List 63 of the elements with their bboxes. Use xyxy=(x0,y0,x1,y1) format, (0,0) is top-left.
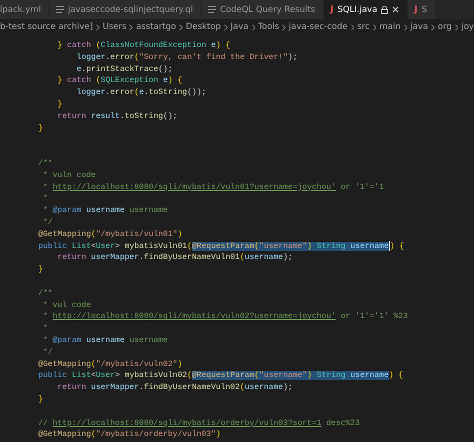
chevron-right-icon xyxy=(350,24,354,30)
chevron-right-icon xyxy=(404,24,408,30)
code-line: } catch (ClassNotFoundException e) { xyxy=(56,40,232,52)
breadcrumb-item[interactable]: java-sec-code xyxy=(288,22,348,32)
code-line: @GetMapping("/mybatis/orderby/vuln03") xyxy=(37,429,222,442)
code-line: * @param username username xyxy=(42,205,169,217)
code-line: * @param username username xyxy=(42,334,169,347)
code-line: */ xyxy=(42,216,54,229)
chevron-right-icon xyxy=(129,24,134,30)
code-line: return userMapper.findByUserNameVuln01(username); xyxy=(56,252,294,264)
breadcrumb-item[interactable]: Java xyxy=(230,22,248,32)
editor-tab[interactable]: lpack.yml xyxy=(0,0,50,19)
breadcrumb-item[interactable]: main xyxy=(379,22,401,32)
code-line: */ xyxy=(42,346,54,359)
code-line: public List<User> mybatisVuln02(@RequestParam("username") String username) { xyxy=(37,370,404,382)
chevron-right-icon xyxy=(454,24,458,30)
breadcrumb-item[interactable]: org xyxy=(438,22,452,32)
editor-tab[interactable]: J SQLI.java xyxy=(324,0,408,19)
code-line: logger.error("Sorry, can't find the Driver!"); xyxy=(76,52,298,64)
chevron-right-icon xyxy=(179,24,183,30)
code-line: /** xyxy=(37,288,54,300)
chevron-right-icon xyxy=(372,24,376,30)
breadcrumb-item[interactable]: joy xyxy=(461,22,474,32)
breadcrumb-item[interactable]: Desktop xyxy=(186,22,221,32)
close-icon[interactable] xyxy=(392,6,400,13)
code-line: @GetMapping("/mybatis/vuln02") xyxy=(37,358,184,370)
breadcrumb-item[interactable]: Users xyxy=(102,22,126,32)
code-line: public List<User> mybatisVuln01(@RequestParam("username") String username) { xyxy=(37,240,406,252)
breadcrumb-item[interactable]: b-test source archive] xyxy=(0,22,93,32)
code-line: } xyxy=(56,98,64,111)
code-line: } xyxy=(37,394,44,406)
code-line: * vul code xyxy=(42,300,92,312)
code-line: // http://localhost:8080/sqli/mybatis/orderby/vuln03?sort=1 desc%23 xyxy=(37,418,361,430)
breadcrumb-item[interactable]: Tools xyxy=(258,22,280,32)
chevron-right-icon xyxy=(282,24,286,30)
code-line: * xyxy=(42,323,49,335)
code-line: } catch (SQLException e) { xyxy=(56,75,184,88)
chevron-right-icon xyxy=(224,24,228,30)
code-line: logger.error(e.toString()); xyxy=(76,87,208,99)
editor-tab[interactable]: CodeQL Query Results xyxy=(202,0,324,19)
breadcrumb-item[interactable]: src xyxy=(357,22,370,32)
code-line: * http://localhost:8080/sqli/mybatis/vuln02?username=joychou' or '1'='1' %23 xyxy=(42,311,409,324)
breadcrumb-item[interactable]: asstartgo xyxy=(136,22,176,32)
chevron-right-icon xyxy=(96,24,100,30)
java-file-icon: J xyxy=(330,4,334,14)
editor-tab[interactable]: javaseccode-sqlinjectquery.ql xyxy=(50,0,202,19)
editor-tab[interactable]: J S xyxy=(408,0,436,19)
code-line: /** xyxy=(37,158,54,170)
code-line: return result.toString(); xyxy=(56,110,178,123)
code-line: @GetMapping("/mybatis/vuln01") xyxy=(37,228,184,241)
code-line: } xyxy=(37,122,44,134)
code-line: * http://localhost:8080/sqli/mybatis/vuln01?username=joychou' or '1'='1 xyxy=(42,182,385,194)
chevron-right-icon xyxy=(252,24,256,30)
code-line: } xyxy=(37,264,44,276)
list-icon xyxy=(56,6,64,13)
code-line: return userMapper.findByUserNameVuln02(username); xyxy=(56,382,294,394)
chevron-right-icon xyxy=(431,24,435,30)
list-icon xyxy=(208,6,216,13)
code-line: * vuln code xyxy=(42,170,97,182)
java-file-icon: J xyxy=(414,4,418,14)
breadcrumb-item[interactable]: java xyxy=(410,22,428,32)
code-line: * xyxy=(42,193,49,206)
code-line: e.printStackTrace(); xyxy=(76,64,174,76)
